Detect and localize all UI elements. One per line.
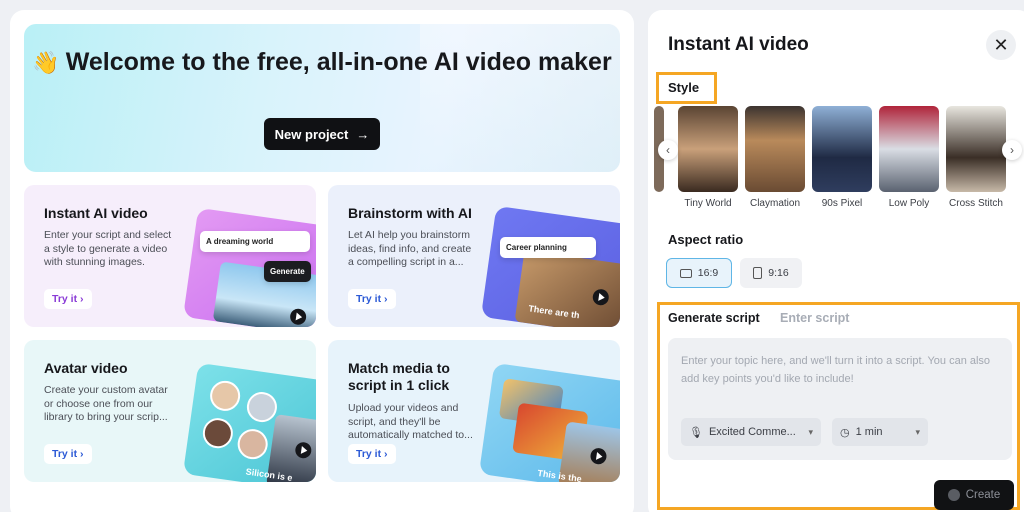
prompt-chip: A dreaming world bbox=[200, 231, 310, 252]
card-title: Instant AI video bbox=[44, 205, 148, 221]
style-name: Claymation bbox=[749, 198, 801, 209]
card-title: Avatar video bbox=[44, 360, 128, 376]
avatar-video-card[interactable]: Avatar video Create your custom avatar o… bbox=[24, 340, 316, 482]
style-carousel: Tiny World Claymation 90s Pixel Low Poly… bbox=[654, 106, 1024, 216]
card-title: Match media to script in 1 click bbox=[348, 360, 450, 393]
style-thumb-low-poly[interactable] bbox=[879, 106, 939, 192]
instant-ai-video-card[interactable]: Instant AI video Enter your script and s… bbox=[24, 185, 316, 327]
create-icon bbox=[947, 489, 960, 501]
style-thumb-tiny-world[interactable] bbox=[678, 106, 738, 192]
script-placeholder: Enter your topic here, and we'll turn it… bbox=[681, 355, 991, 385]
avatar bbox=[244, 390, 279, 425]
chevron-down-icon: ▾ bbox=[808, 426, 813, 437]
landscape-icon bbox=[679, 268, 692, 278]
card-description: Upload your videos and script, and they'… bbox=[348, 402, 473, 441]
prompt-chip: Career planning bbox=[500, 237, 596, 258]
style-name: 90s Pixel bbox=[821, 198, 863, 209]
aspect-16-9-button[interactable]: 16:9 bbox=[666, 258, 732, 288]
portrait-icon bbox=[753, 267, 763, 279]
avatar bbox=[208, 378, 243, 413]
card-illustration: Silicon is e bbox=[182, 362, 316, 482]
try-it-button[interactable]: Try it › bbox=[44, 289, 92, 309]
style-thumb-cross-stitch[interactable] bbox=[946, 106, 1006, 192]
clock-icon: ◷ bbox=[840, 426, 850, 439]
arrow-right-icon: → bbox=[356, 126, 370, 142]
match-media-card[interactable]: Match media to script in 1 click Upload … bbox=[328, 340, 620, 482]
close-icon: ✕ bbox=[993, 34, 1009, 55]
brainstorm-ai-card[interactable]: Brainstorm with AI Let AI help you brain… bbox=[328, 185, 620, 327]
script-input[interactable]: Enter your topic here, and we'll turn it… bbox=[668, 338, 1012, 460]
carousel-next-button[interactable]: › bbox=[1002, 140, 1022, 160]
aspect-ratio-label: Aspect ratio bbox=[668, 232, 744, 247]
style-name: Tiny World bbox=[684, 198, 732, 209]
style-name: Cross Stitch bbox=[949, 198, 1003, 209]
close-button[interactable]: ✕ bbox=[986, 30, 1016, 60]
card-title: Brainstorm with AI bbox=[348, 205, 472, 221]
waving-hand-icon: 👋 bbox=[32, 50, 60, 75]
chevron-left-icon: ‹ bbox=[666, 143, 670, 157]
duration-select[interactable]: ◷ 1 min ▾ bbox=[832, 418, 928, 446]
avatar bbox=[200, 416, 235, 451]
try-it-button[interactable]: Try it › bbox=[348, 289, 396, 309]
chevron-right-icon: › bbox=[1010, 143, 1014, 157]
aspect-9-16-button[interactable]: 9:16 bbox=[740, 258, 802, 288]
card-description: Create your custom avatar or choose one … bbox=[44, 384, 168, 423]
card-illustration: This is the bbox=[478, 362, 620, 482]
try-it-button[interactable]: Try it › bbox=[44, 444, 92, 464]
carousel-prev-button[interactable]: ‹ bbox=[658, 140, 678, 160]
card-illustration: There are th bbox=[480, 205, 620, 327]
new-project-button[interactable]: New project → bbox=[264, 118, 380, 150]
create-button[interactable]: Create bbox=[934, 480, 1014, 510]
home-panel: 👋 Welcome to the free, all-in-one AI vide… bbox=[10, 10, 634, 512]
card-description: Let AI help you brainstorm ideas, find i… bbox=[348, 229, 472, 268]
style-thumb-claymation[interactable] bbox=[745, 106, 805, 192]
welcome-title: 👋 Welcome to the free, all-in-one AI vide… bbox=[32, 48, 612, 76]
instant-ai-video-panel: Instant AI video ✕ Style Tiny World Clay… bbox=[648, 10, 1024, 512]
voice-icon: 🎙 bbox=[689, 426, 703, 439]
style-name: Low Poly bbox=[888, 198, 930, 209]
style-thumb-90s-pixel[interactable] bbox=[812, 106, 872, 192]
tab-generate-script[interactable]: Generate script bbox=[668, 311, 760, 325]
style-label: Style bbox=[668, 80, 700, 95]
generate-chip: Generate bbox=[264, 261, 311, 282]
try-it-button[interactable]: Try it › bbox=[348, 444, 396, 464]
tab-enter-script[interactable]: Enter script bbox=[780, 311, 849, 325]
avatar bbox=[235, 427, 270, 462]
panel-title: Instant AI video bbox=[668, 34, 809, 55]
welcome-banner: 👋 Welcome to the free, all-in-one AI vide… bbox=[24, 24, 620, 172]
voice-select[interactable]: 🎙 Excited Comme... ▾ bbox=[681, 418, 821, 446]
chevron-down-icon: ▾ bbox=[915, 426, 920, 437]
card-description: Enter your script and select a style to … bbox=[44, 229, 172, 268]
